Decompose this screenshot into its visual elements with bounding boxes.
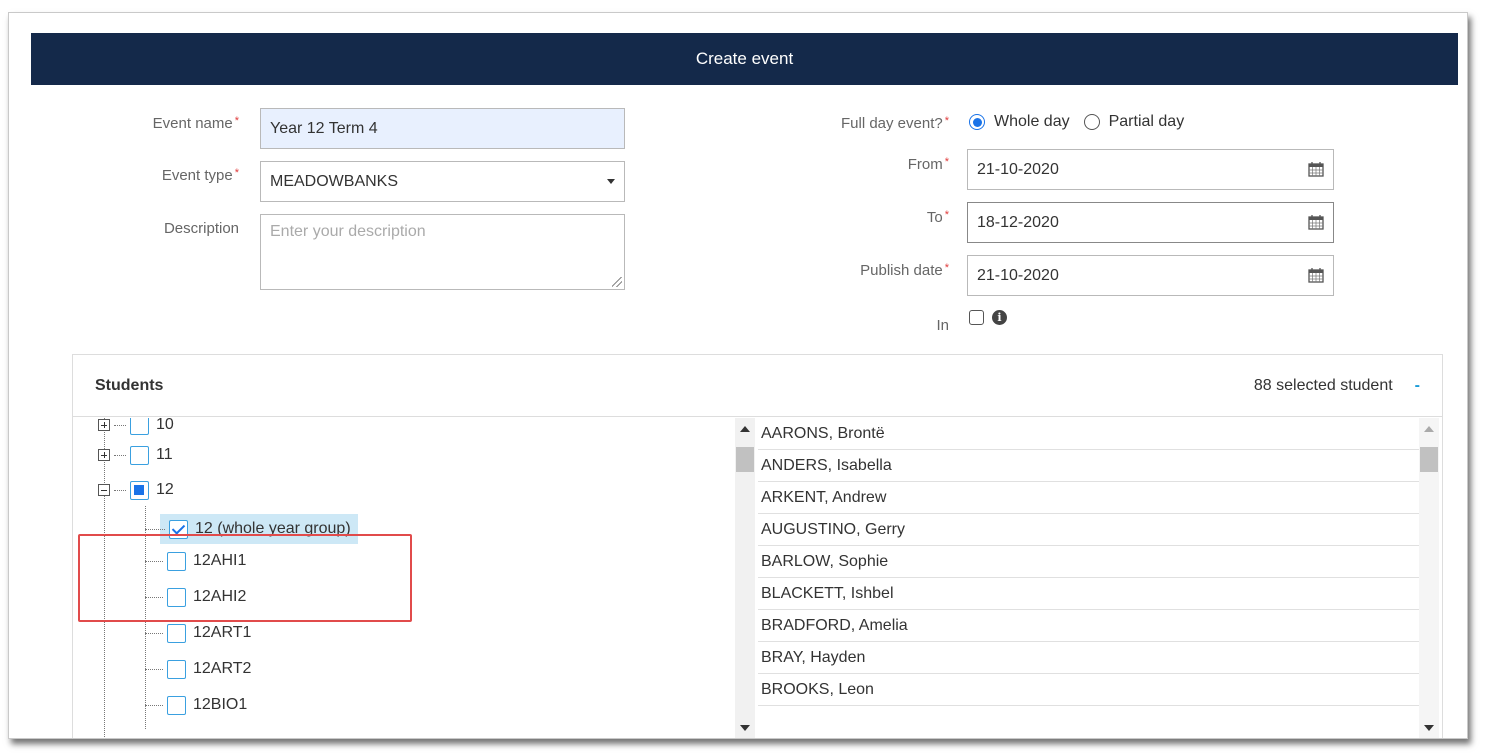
- chevron-down-icon: [607, 179, 615, 184]
- tree-node-label: 12ART2: [193, 660, 252, 677]
- tree-node-label: 12: [156, 481, 174, 498]
- in-checkbox[interactable]: [969, 310, 984, 325]
- tree-node-12art2[interactable]: 12ART2: [145, 656, 251, 682]
- list-item[interactable]: ARKENT, Andrew: [758, 482, 1419, 514]
- event-type-select[interactable]: MEADOWBANKS: [260, 161, 625, 202]
- scroll-thumb[interactable]: [1420, 447, 1438, 472]
- tree-checkbox[interactable]: [130, 445, 149, 465]
- event-name-input[interactable]: Year 12 Term 4: [260, 108, 625, 149]
- whole-day-radio[interactable]: [969, 114, 985, 130]
- list-item[interactable]: BARLOW, Sophie: [758, 546, 1419, 578]
- tree-checkbox[interactable]: [167, 695, 186, 715]
- tree-connector: [114, 489, 126, 491]
- whole-day-label: Whole day: [994, 113, 1070, 130]
- list-item[interactable]: ANDERS, Isabella: [758, 450, 1419, 482]
- scroll-up-icon[interactable]: [1424, 426, 1434, 432]
- tree-checkbox[interactable]: [130, 480, 149, 500]
- event-type-label: Event type *: [161, 167, 239, 184]
- create-event-dialog: Create event Event name * Year 12 Term 4 …: [8, 12, 1468, 739]
- list-item[interactable]: AARONS, Brontë: [758, 418, 1419, 450]
- to-label: To *: [926, 209, 949, 226]
- tree-node-10[interactable]: 10: [98, 418, 174, 438]
- resize-handle-icon[interactable]: [612, 277, 622, 287]
- tree-checkbox[interactable]: [167, 623, 186, 643]
- tree-connector: [145, 668, 163, 670]
- publish-date-label: Publish date *: [860, 262, 949, 279]
- info-icon[interactable]: i: [992, 310, 1007, 325]
- tree-node-12[interactable]: 12: [98, 477, 174, 503]
- expand-icon[interactable]: [98, 449, 110, 461]
- selected-count: 88 selected student -: [1253, 376, 1420, 395]
- list-item[interactable]: BROOKS, Leon: [758, 674, 1419, 706]
- scroll-down-icon[interactable]: [740, 725, 750, 731]
- publish-date-input[interactable]: 21-10-2020: [967, 255, 1334, 296]
- tree-scrollbar[interactable]: [735, 418, 755, 738]
- scroll-up-icon[interactable]: [740, 426, 750, 432]
- student-list: AARONS, Brontë ANDERS, Isabella ARKENT, …: [758, 418, 1419, 738]
- partial-day-radio[interactable]: [1083, 114, 1100, 130]
- description-label: Description: [163, 220, 239, 237]
- tree-node-12art1[interactable]: 12ART1: [145, 620, 251, 646]
- collapse-icon[interactable]: [98, 484, 110, 496]
- highlight-annotation: [78, 534, 412, 622]
- students-title: Students: [95, 376, 164, 394]
- expand-icon[interactable]: [98, 419, 110, 431]
- full-day-options: Whole day Partial day: [969, 113, 1184, 131]
- scroll-thumb[interactable]: [736, 447, 754, 472]
- tree-node-label: 12BIO1: [193, 696, 248, 713]
- in-field: i: [969, 310, 1007, 325]
- list-item[interactable]: BRAY, Hayden: [758, 642, 1419, 674]
- dialog-title: Create event: [31, 33, 1458, 85]
- list-item[interactable]: BRADFORD, Amelia: [758, 610, 1419, 642]
- tree-node-label: 11: [156, 446, 173, 463]
- in-label: In: [936, 317, 949, 334]
- full-day-label: Full day event? *: [840, 115, 949, 132]
- to-date-input[interactable]: 18-12-2020: [967, 202, 1334, 243]
- tree-connector: [114, 424, 126, 426]
- students-panel: Students 88 selected student - 10 11 12 …: [72, 354, 1443, 738]
- description-textarea[interactable]: Enter your description: [260, 214, 625, 290]
- tree-connector: [145, 704, 163, 706]
- event-name-label: Event name *: [152, 115, 239, 132]
- tree-node-label: 12ART1: [193, 624, 252, 641]
- list-item[interactable]: BLACKETT, Ishbel: [758, 578, 1419, 610]
- tree-connector: [145, 632, 163, 634]
- tree-node-label: 10: [156, 418, 174, 433]
- students-panel-header: Students 88 selected student -: [73, 355, 1442, 417]
- scroll-down-icon[interactable]: [1424, 725, 1434, 731]
- tree-connector: [114, 454, 126, 456]
- from-date-input[interactable]: 21-10-2020: [967, 149, 1334, 190]
- list-scrollbar[interactable]: [1419, 418, 1439, 738]
- tree-checkbox[interactable]: [167, 659, 186, 679]
- list-item[interactable]: AUGUSTINO, Gerry: [758, 514, 1419, 546]
- partial-day-label: Partial day: [1108, 113, 1185, 130]
- from-label: From *: [907, 156, 949, 173]
- tree-connector: [145, 529, 165, 530]
- tree-node-11[interactable]: 11: [98, 442, 173, 468]
- collapse-button[interactable]: -: [1415, 377, 1420, 395]
- calendar-icon[interactable]: [1308, 215, 1324, 230]
- calendar-icon[interactable]: [1308, 268, 1324, 283]
- tree-node-12bio1[interactable]: 12BIO1: [145, 692, 247, 718]
- tree-checkbox[interactable]: [130, 418, 149, 435]
- calendar-icon[interactable]: [1308, 162, 1324, 177]
- student-group-tree: 10 11 12 12 (whole year group) 12AHI1 12…: [73, 418, 735, 738]
